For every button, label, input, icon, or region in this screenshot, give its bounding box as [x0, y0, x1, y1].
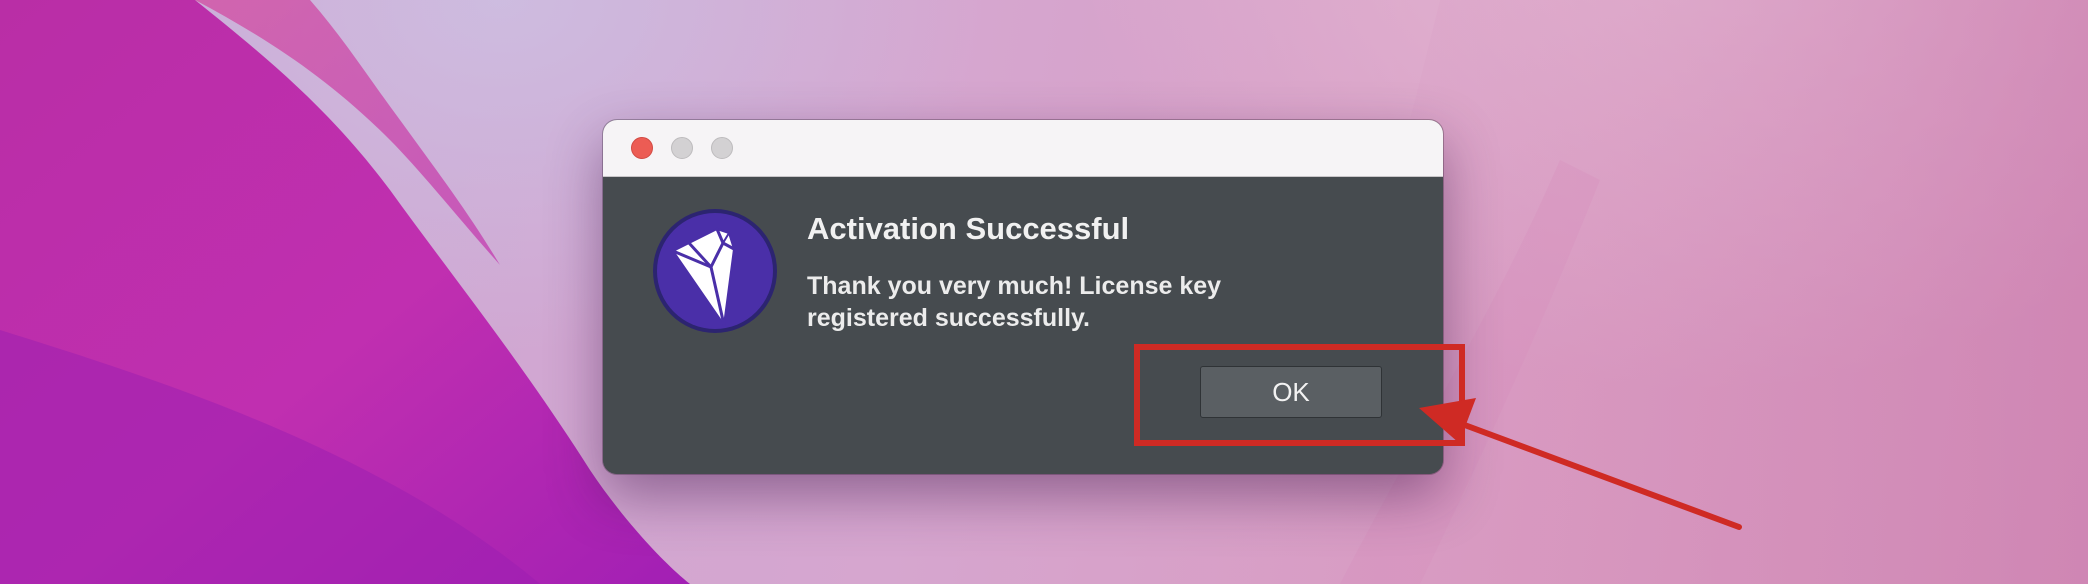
minimize-window-button[interactable] [671, 137, 693, 159]
annotation-highlight-box [1134, 344, 1465, 446]
zoom-window-button[interactable] [711, 137, 733, 159]
dialog-title: Activation Successful [807, 211, 1130, 246]
close-window-button[interactable] [631, 137, 653, 159]
dialog-titlebar [603, 120, 1443, 177]
dialog-message: Thank you very much! License key registe… [807, 272, 1222, 332]
diamond-app-icon [653, 209, 777, 333]
